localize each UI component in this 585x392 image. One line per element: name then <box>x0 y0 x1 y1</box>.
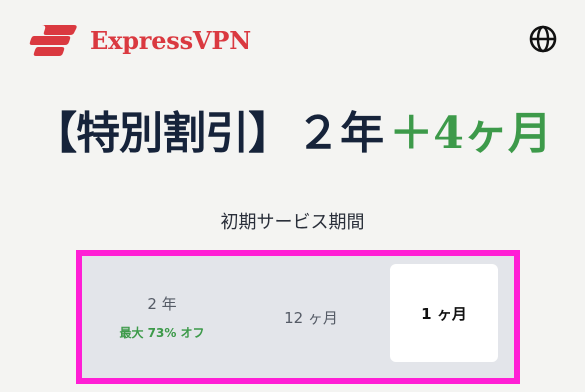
header: ExpressVPN <box>28 18 558 62</box>
expressvpn-logo-icon <box>29 25 77 56</box>
plan-label: 1 ヶ月 <box>421 304 467 323</box>
headline-bonus: ＋4ヶ月 <box>389 108 552 159</box>
brand-name: ExpressVPN <box>90 25 251 55</box>
subtitle: 初期サービス期間 <box>220 212 365 233</box>
headline-years: ２年 <box>296 108 385 159</box>
globe-icon[interactable] <box>528 24 558 54</box>
plan-option-12-months[interactable]: 12 ヶ月 <box>236 256 386 378</box>
plan-label: 2 年 <box>147 295 177 313</box>
plan-label: 12 ヶ月 <box>284 308 338 327</box>
plan-selector-highlight: 2 年 最大 73% オフ 12 ヶ月 1 ヶ月 <box>76 250 520 384</box>
plan-discount: 最大 73% オフ <box>119 326 205 340</box>
headline: 【特別割引】 ２年 ＋4ヶ月 <box>0 112 585 156</box>
page: ExpressVPN 【特別割引】 ２年 ＋4ヶ月 初期サービス期間 2 年 最… <box>0 0 585 392</box>
plan-option-1-month[interactable]: 1 ヶ月 <box>390 264 498 362</box>
headline-prefix: 【特別割引】 <box>33 108 292 159</box>
plan-selector: 2 年 最大 73% オフ 12 ヶ月 1 ヶ月 <box>82 256 514 378</box>
plan-option-2-years[interactable]: 2 年 最大 73% オフ <box>88 256 236 378</box>
logo[interactable]: ExpressVPN <box>28 18 251 62</box>
